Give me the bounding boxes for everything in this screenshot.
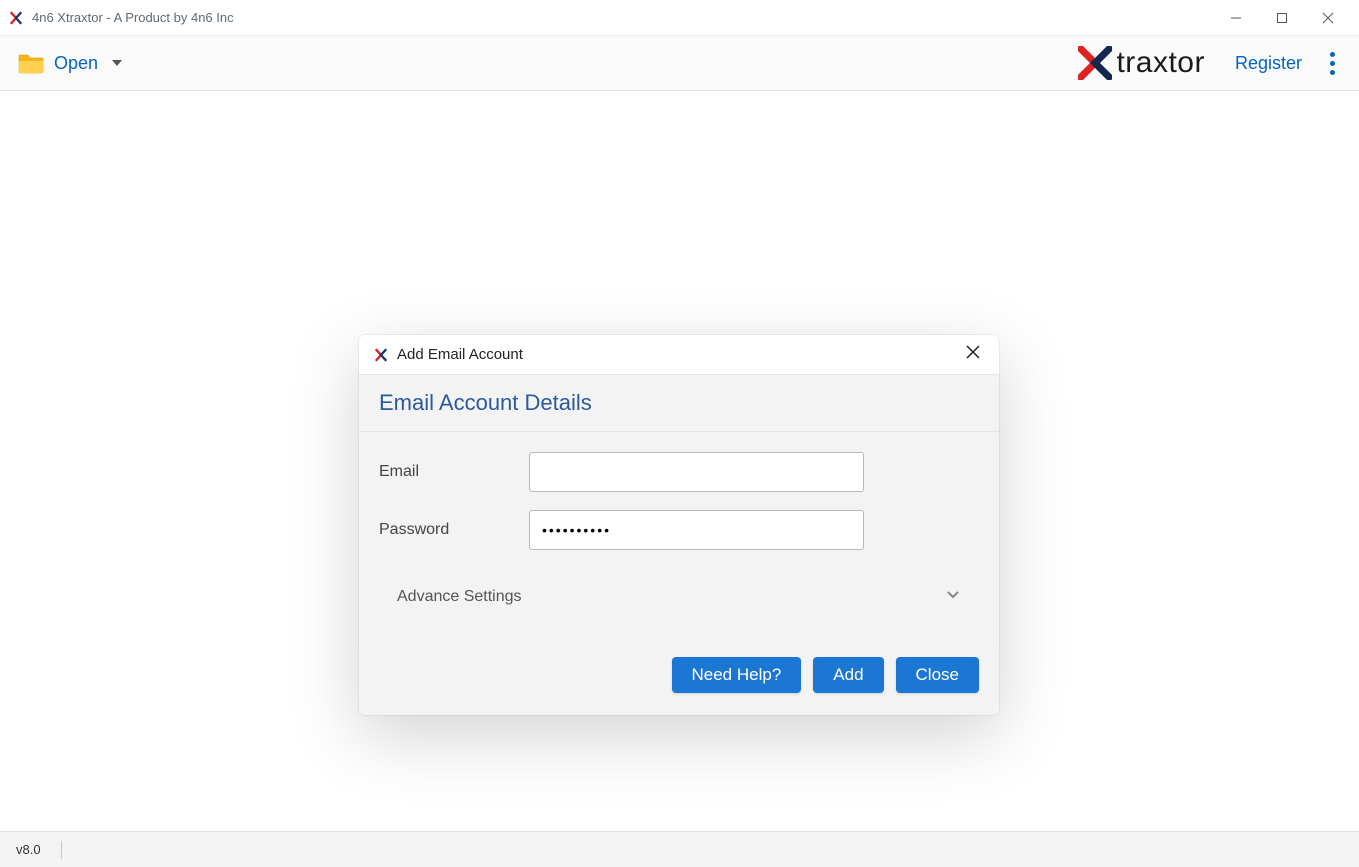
email-label: Email	[379, 463, 529, 481]
status-bar: v8.0	[0, 831, 1359, 867]
window-titlebar: 4n6 Xtraxtor - A Product by 4n6 Inc	[0, 0, 1359, 36]
close-window-button[interactable]	[1305, 3, 1351, 33]
password-input[interactable]	[529, 510, 864, 550]
brand-x-icon	[1078, 46, 1112, 80]
content-area: Add Email Account Email Account Details …	[0, 91, 1359, 831]
brand-text: traxtor	[1116, 46, 1205, 80]
kebab-dot-icon	[1330, 61, 1335, 66]
statusbar-divider	[61, 841, 62, 859]
kebab-dot-icon	[1330, 70, 1335, 75]
dialog-subtitle: Email Account Details	[379, 390, 979, 416]
folder-icon	[18, 52, 44, 74]
more-menu-button[interactable]	[1324, 46, 1341, 81]
dialog-footer: Need Help? Add Close	[359, 635, 999, 715]
main-toolbar: Open traxtor Register	[0, 36, 1359, 91]
advance-settings-label: Advance Settings	[397, 588, 522, 606]
register-link[interactable]: Register	[1235, 53, 1302, 74]
password-row: Password	[379, 510, 979, 550]
close-button[interactable]: Close	[896, 657, 979, 693]
dialog-body: Email Password Advance Settings	[359, 432, 999, 635]
open-button-label: Open	[54, 53, 98, 74]
dialog-close-button[interactable]	[961, 340, 985, 369]
dropdown-caret-icon	[112, 60, 122, 66]
dialog-title: Add Email Account	[397, 346, 523, 363]
chevron-down-icon	[945, 586, 961, 607]
maximize-button[interactable]	[1259, 3, 1305, 33]
password-label: Password	[379, 521, 529, 539]
app-icon	[8, 10, 24, 26]
dialog-subtitle-bar: Email Account Details	[359, 375, 999, 432]
need-help-button[interactable]: Need Help?	[672, 657, 802, 693]
advance-settings-toggle[interactable]: Advance Settings	[379, 568, 979, 615]
window-controls	[1213, 3, 1351, 33]
kebab-dot-icon	[1330, 52, 1335, 57]
brand-logo: traxtor	[1078, 46, 1205, 80]
add-email-dialog: Add Email Account Email Account Details …	[359, 335, 999, 715]
minimize-button[interactable]	[1213, 3, 1259, 33]
add-button[interactable]: Add	[813, 657, 883, 693]
window-title: 4n6 Xtraxtor - A Product by 4n6 Inc	[32, 10, 234, 25]
email-input[interactable]	[529, 452, 864, 492]
dialog-header: Add Email Account	[359, 335, 999, 375]
open-button[interactable]: Open	[18, 52, 122, 74]
dialog-icon	[373, 347, 389, 363]
email-row: Email	[379, 452, 979, 492]
version-label: v8.0	[16, 842, 41, 857]
